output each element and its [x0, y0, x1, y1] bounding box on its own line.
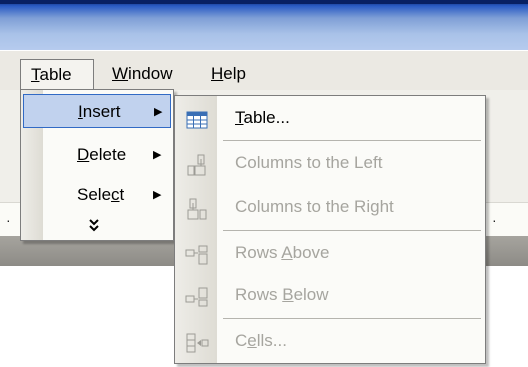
menu-help[interactable]: Help: [203, 61, 254, 87]
insert-columns-left-label: Columns to the Left: [235, 153, 383, 172]
table-menu-insert[interactable]: Insert ▶: [23, 94, 171, 128]
submenu-arrow-icon: ▶: [153, 189, 162, 201]
ruler-ticks-left: ·: [6, 212, 21, 228]
insert-columns-left-icon: [185, 152, 209, 176]
submenu-arrow-icon: ▶: [153, 149, 162, 161]
insert-label: Insert: [78, 102, 121, 121]
delete-label: Delete: [77, 145, 127, 164]
insert-cells-label: Cells...: [235, 331, 287, 350]
insert-rows-above-label: Rows Above: [235, 243, 330, 262]
insert-submenu: Table... Columns to the Left Columns to …: [174, 95, 486, 364]
menu-window[interactable]: Window: [104, 61, 180, 87]
menu-window-label: Window: [112, 64, 173, 83]
insert-rows-below-icon: [185, 284, 209, 307]
table-menu-select[interactable]: Select ▶: [23, 178, 171, 212]
separator: [223, 318, 481, 319]
insert-columns-right-label: Columns to the Right: [235, 197, 394, 216]
select-label: Select: [77, 185, 125, 204]
insert-rows-above-item[interactable]: Rows Above: [177, 234, 483, 272]
table-menu-delete[interactable]: Delete ▶: [23, 138, 171, 172]
separator: [223, 230, 481, 231]
menu-bar: Table Window Help: [0, 50, 528, 90]
insert-columns-right-icon: [185, 196, 209, 220]
separator: [223, 140, 481, 141]
insert-columns-left-item[interactable]: Columns to the Left: [177, 144, 483, 182]
insert-columns-right-item[interactable]: Columns to the Right: [177, 188, 483, 226]
menu-table-label: Table: [31, 65, 72, 84]
menu-table[interactable]: Table: [20, 59, 94, 89]
insert-table-label: Table...: [235, 108, 290, 127]
table-menu-dropdown: Insert ▶ Delete ▶ Select ▶: [20, 89, 174, 241]
expand-chevrons-icon[interactable]: [88, 218, 100, 235]
insert-table-icon: [185, 107, 209, 129]
title-bar-edge: [0, 0, 528, 4]
insert-rows-below-item[interactable]: Rows Below: [177, 276, 483, 314]
window-title-bar: [0, 0, 528, 50]
insert-rows-above-icon: [185, 242, 209, 265]
insert-cells-icon: [185, 330, 209, 353]
insert-rows-below-label: Rows Below: [235, 285, 329, 304]
insert-table-item[interactable]: Table...: [177, 99, 483, 137]
menu-help-label: Help: [211, 64, 246, 83]
insert-cells-item[interactable]: Cells...: [177, 322, 483, 360]
submenu-arrow-icon: ▶: [154, 106, 163, 118]
